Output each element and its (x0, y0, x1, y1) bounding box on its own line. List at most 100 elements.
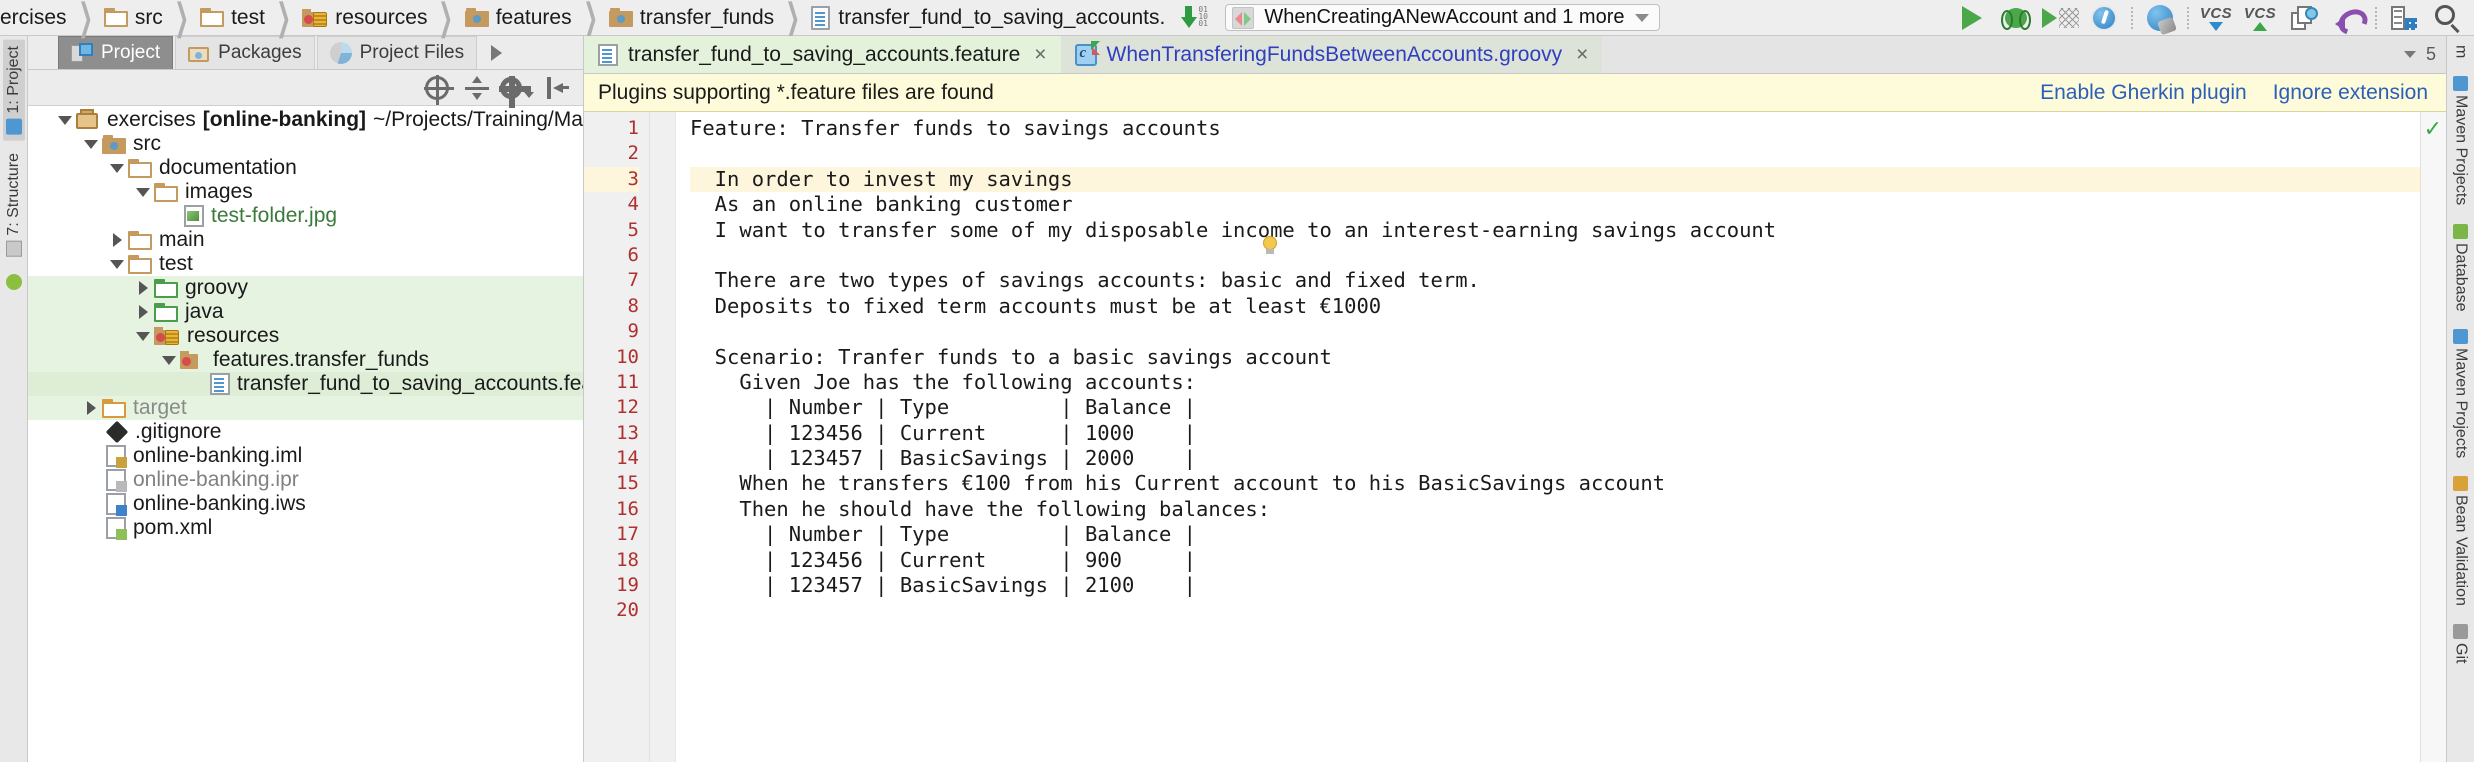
settings-gear-icon[interactable] (499, 73, 535, 108)
sidebar-item-maven-letter[interactable]: m (2450, 40, 2472, 63)
tree-row-test[interactable]: test (28, 252, 583, 276)
code-line[interactable]: | Number | Type | Balance | (690, 395, 2446, 420)
tree-row-resources[interactable]: resources (28, 324, 583, 348)
code-editor[interactable]: 1 2 3 4 5 6 7 8 9 10 11 12 13 14 15 16 17 18 19 20 Feature:… (584, 112, 2446, 762)
code-line[interactable]: | 123457 | BasicSavings | 2100 | (690, 573, 2446, 598)
collapse-all-icon[interactable] (459, 73, 495, 103)
sidebar-item-bean-validation[interactable]: Bean Validation (2450, 471, 2472, 611)
scroll-from-source-icon[interactable] (419, 73, 455, 105)
tree-row-java[interactable]: java (28, 300, 583, 324)
code-line[interactable] (690, 598, 2446, 623)
code-line[interactable]: Scenario: Tranfer funds to a basic savin… (690, 345, 2446, 370)
tab-transfer-fund-feature[interactable]: transfer_fund_to_saving_accounts.feature… (584, 36, 1061, 73)
code-line[interactable]: In order to invest my savings (690, 166, 2446, 193)
code-line[interactable] (690, 141, 2446, 166)
tree-row-target[interactable]: target (28, 396, 583, 420)
breadcrumb-item-feature-file[interactable]: transfer_fund_to_saving_accounts. (805, 0, 1171, 35)
code-line[interactable] (690, 243, 2446, 268)
breadcrumb-item-transfer-funds[interactable]: transfer_funds (603, 0, 780, 35)
enable-gherkin-plugin-link[interactable]: Enable Gherkin plugin (2040, 81, 2247, 105)
code-line[interactable]: | 123456 | Current | 1000 | (690, 421, 2446, 446)
tree-row-groovy[interactable]: groovy (28, 276, 583, 300)
editor-tabs-overflow[interactable]: 5 (2403, 36, 2446, 73)
sidebar-item-database[interactable]: Database (2450, 219, 2472, 317)
tree-row-pom[interactable]: pom.xml (28, 516, 583, 540)
sidebar-item-git[interactable]: Git (2450, 619, 2472, 668)
code-line[interactable] (690, 319, 2446, 344)
tab-packages[interactable]: Packages (175, 36, 315, 69)
code-line[interactable]: As an online banking customer (690, 192, 2446, 217)
project-tree[interactable]: exercises [online-banking] ~/Projects/Tr… (28, 106, 583, 762)
code-line[interactable]: When he transfers €100 from his Current … (690, 471, 2446, 496)
error-stripe-gutter[interactable]: ✓ (2420, 112, 2446, 762)
hide-panel-icon[interactable] (539, 73, 575, 103)
tree-row-src[interactable]: src (28, 132, 583, 156)
sidebar-item-structure[interactable]: 7: Structure (3, 147, 25, 263)
more-tabs-button[interactable] (479, 36, 514, 69)
sidebar-item-maven-projects[interactable]: Maven Projects (2450, 71, 2472, 210)
code-line[interactable]: Deposits to fixed term accounts must be … (690, 294, 2446, 319)
vcs-commit-icon[interactable]: VCS (2238, 1, 2282, 35)
code-line[interactable]: There are two types of savings accounts:… (690, 268, 2446, 293)
search-icon[interactable] (2426, 1, 2470, 35)
tree-row-images[interactable]: images (28, 180, 583, 204)
sidebar-item-maven-projects-2[interactable]: Maven Projects (2450, 324, 2472, 463)
code-line[interactable]: | 123456 | Current | 900 | (690, 548, 2446, 573)
tree-row-features-transfer-funds[interactable]: features.transfer_funds (28, 348, 583, 372)
breadcrumb-item-exercises[interactable]: ercises (0, 0, 73, 35)
code-line[interactable]: Then he should have the following balanc… (690, 497, 2446, 522)
twisty-down-icon[interactable] (80, 139, 102, 149)
twisty-down-icon[interactable] (132, 331, 154, 341)
sidebar-item-ant[interactable] (4, 268, 24, 296)
twisty-right-icon[interactable] (106, 233, 128, 247)
tree-row-gitignore[interactable]: .gitignore (28, 420, 583, 444)
code-line[interactable]: Given Joe has the following accounts: (690, 370, 2446, 395)
tree-row-feature-file[interactable]: transfer_fund_to_saving_accounts.feature (28, 372, 583, 396)
twisty-down-icon[interactable] (106, 163, 128, 173)
tree-row-documentation[interactable]: documentation (28, 156, 583, 180)
undo-icon[interactable] (2326, 1, 2370, 35)
debug-icon[interactable] (1994, 1, 2038, 35)
profile-icon[interactable] (2082, 1, 2126, 35)
twisty-right-icon[interactable] (132, 281, 154, 295)
run-icon[interactable] (1950, 1, 1994, 35)
twisty-down-icon[interactable] (158, 355, 180, 365)
tree-row-iws[interactable]: online-banking.iws (28, 492, 583, 516)
code-line[interactable]: | Number | Type | Balance | (690, 522, 2446, 547)
coverage-icon[interactable] (2038, 1, 2082, 35)
code-text[interactable]: Feature: Transfer funds to savings accou… (676, 112, 2446, 762)
download-binary-icon[interactable]: 01 10 01 (1181, 5, 1211, 31)
tree-row-test-folder-jpg[interactable]: test-folder.jpg (28, 204, 583, 228)
breadcrumb-item-resources[interactable]: resources (296, 0, 433, 35)
icon-gutter[interactable] (650, 112, 676, 762)
twisty-right-icon[interactable] (132, 305, 154, 319)
tree-row-iml[interactable]: online-banking.iml (28, 444, 583, 468)
twisty-down-icon[interactable] (106, 259, 128, 269)
build-icon[interactable] (2138, 1, 2182, 35)
sidebar-item-project[interactable]: 1: Project (2, 40, 25, 141)
twisty-down-icon[interactable] (132, 187, 154, 197)
tab-project[interactable]: Project (58, 36, 174, 69)
code-line[interactable]: I want to transfer some of my disposable… (690, 218, 2446, 243)
close-icon[interactable]: × (1034, 43, 1046, 67)
tree-row-ipr[interactable]: online-banking.ipr (28, 468, 583, 492)
tab-project-files[interactable]: Project Files (316, 36, 478, 69)
breadcrumb-item-features[interactable]: features (459, 0, 578, 35)
breadcrumb-item-test[interactable]: test (194, 0, 271, 35)
folder-orange-icon (102, 398, 126, 418)
breadcrumb-item-src[interactable]: src (98, 0, 169, 35)
tab-when-transfering-funds-groovy[interactable]: c WhenTransferingFundsBetweenAccounts.gr… (1060, 36, 1603, 73)
tree-row-exercises[interactable]: exercises [online-banking] ~/Projects/Tr… (28, 108, 583, 132)
twisty-right-icon[interactable] (80, 401, 102, 415)
vcs-history-icon[interactable] (2282, 1, 2326, 35)
intention-bulb-icon[interactable] (1260, 236, 1280, 258)
close-icon[interactable]: × (1576, 43, 1588, 67)
vcs-update-icon[interactable]: VCS (2194, 1, 2238, 35)
code-line[interactable]: Feature: Transfer funds to savings accou… (690, 116, 2446, 141)
twisty-down-icon[interactable] (54, 115, 76, 125)
tree-row-main[interactable]: main (28, 228, 583, 252)
run-configuration-selector[interactable]: WhenCreatingANewAccount and 1 more (1225, 4, 1660, 31)
structure-icon[interactable] (2382, 1, 2426, 35)
code-line[interactable]: | 123457 | BasicSavings | 2000 | (690, 446, 2446, 471)
ignore-extension-link[interactable]: Ignore extension (2273, 81, 2428, 105)
